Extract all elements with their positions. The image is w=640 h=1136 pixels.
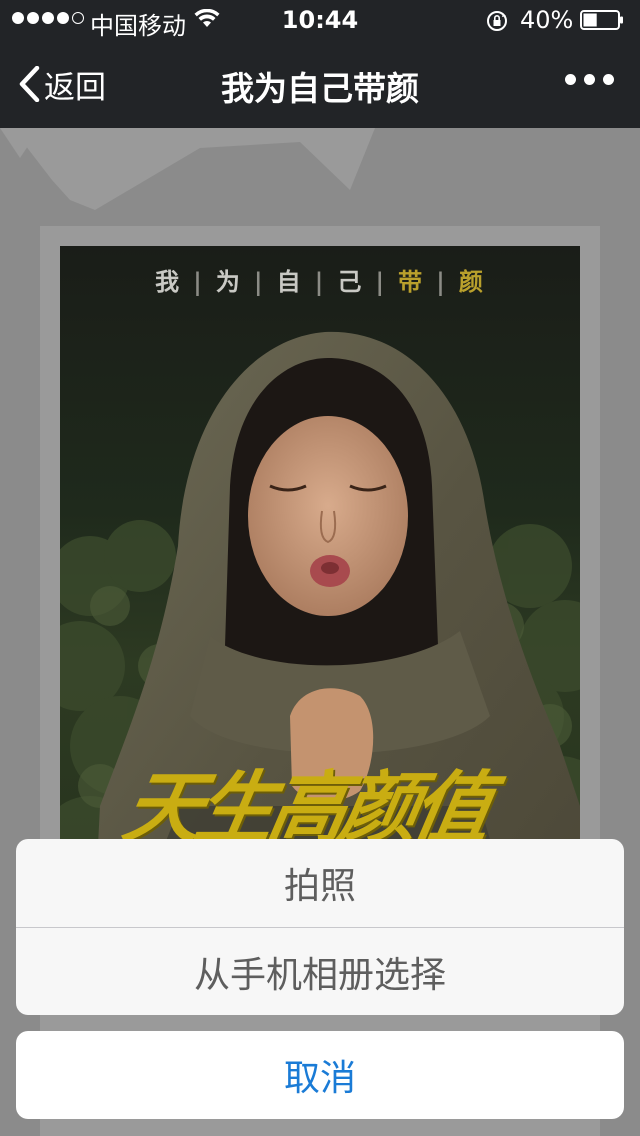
poster-header-word: 带 bbox=[398, 267, 425, 296]
poster-header-word: 为 bbox=[215, 267, 242, 296]
poster-separator: | bbox=[253, 267, 265, 296]
navigation-bar: 返回 我为自己带颜 bbox=[0, 40, 640, 128]
page-title: 我为自己带颜 bbox=[221, 69, 419, 108]
action-sheet: 拍照 从手机相册选择 bbox=[16, 839, 624, 1015]
rotation-lock-icon bbox=[487, 11, 507, 31]
poster-separator: | bbox=[375, 267, 387, 296]
poster-header-word: 己 bbox=[337, 267, 364, 296]
poster-header-word: 我 bbox=[155, 267, 182, 296]
action-sheet-cancel: 取消 bbox=[16, 1031, 624, 1119]
poster-separator: | bbox=[436, 267, 447, 296]
more-dots-icon[interactable] bbox=[565, 74, 614, 85]
top-bar: 中国移动 10:44 40% 返回 我为自己带颜 bbox=[0, 0, 640, 128]
poster-separator: | bbox=[314, 267, 326, 296]
poster-separator: | bbox=[193, 267, 204, 296]
poster-header: 我 | 为 | 自 | 己 | 带 | 颜 bbox=[60, 262, 580, 297]
status-bar: 中国移动 10:44 40% bbox=[0, 0, 640, 40]
take-photo-option[interactable]: 拍照 bbox=[16, 839, 624, 927]
poster-header-word: 自 bbox=[276, 267, 303, 296]
battery-percent: 40% bbox=[520, 6, 574, 34]
screen: 中国移动 10:44 40% 返回 我为自己带颜 我 | 为 | 自 | 己 |… bbox=[0, 0, 640, 1136]
poster-header-word: 颜 bbox=[458, 267, 485, 296]
choose-from-album-option[interactable]: 从手机相册选择 bbox=[16, 928, 624, 1015]
cancel-button[interactable]: 取消 bbox=[16, 1031, 624, 1119]
battery-icon bbox=[580, 10, 623, 30]
